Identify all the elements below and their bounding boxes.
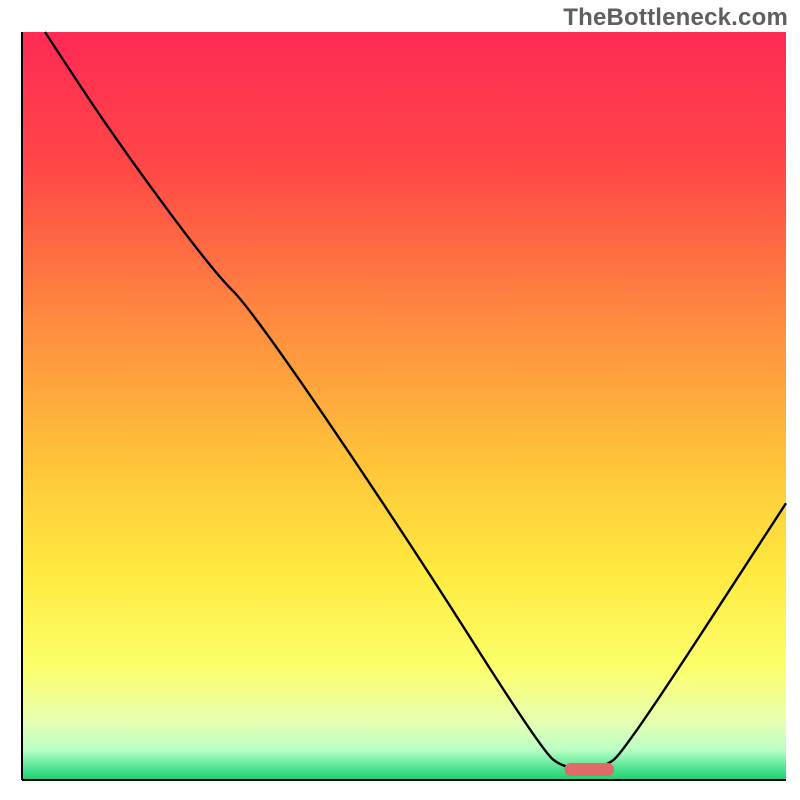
bottleneck-chart: TheBottleneck.com bbox=[0, 0, 800, 800]
optimal-marker bbox=[564, 763, 614, 776]
chart-background bbox=[22, 32, 786, 780]
chart-plot bbox=[0, 0, 800, 800]
watermark-text: TheBottleneck.com bbox=[563, 4, 788, 32]
